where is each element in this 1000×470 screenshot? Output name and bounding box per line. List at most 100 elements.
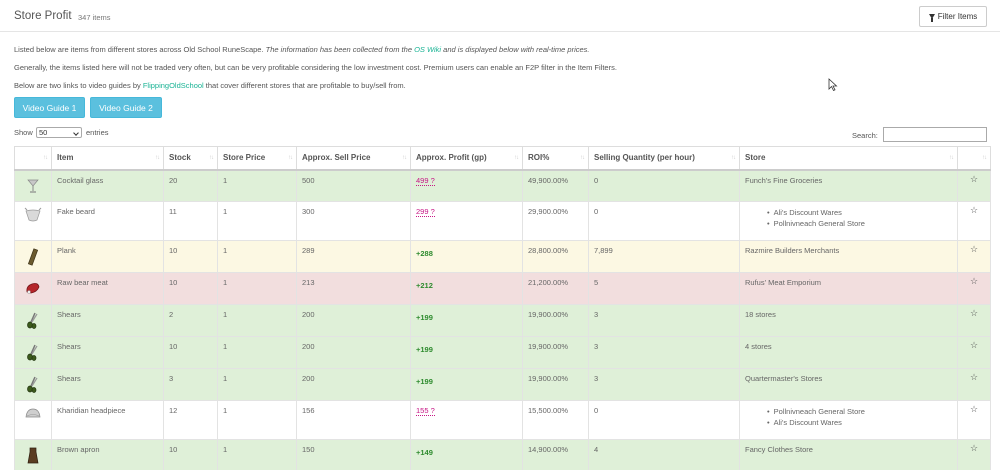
os-wiki-link[interactable]: OS Wiki <box>414 45 441 54</box>
stock-cell: 11 <box>163 201 218 241</box>
profit-value: +288 <box>416 249 433 258</box>
selling-quantity-cell-value: 0 <box>594 207 599 216</box>
star-icon[interactable]: ☆ <box>963 202 985 216</box>
favorite-cell[interactable]: ☆ <box>957 201 991 241</box>
profit-value[interactable]: 299 ? <box>416 207 435 217</box>
profit-cell[interactable]: 499 ? <box>410 169 523 202</box>
profit-cell[interactable]: 155 ? <box>410 400 523 440</box>
favorite-cell[interactable]: ☆ <box>957 240 991 273</box>
table-row[interactable]: Brown apron 10 1 150 +149 14,900.00% 4 Fancy Cl… <box>14 439 991 470</box>
table-row[interactable]: Shears 2 1 200 +199 19,900.00% 3 18 stores ☆ <box>14 304 991 337</box>
item-name-value: Raw bear meat <box>57 278 108 287</box>
stock-cell-value: 10 <box>169 342 178 351</box>
profit-value: +149 <box>416 448 433 457</box>
star-icon[interactable]: ☆ <box>963 401 985 415</box>
column-header[interactable]: Stock ↑↓ <box>163 146 218 171</box>
profit-value: +199 <box>416 313 433 322</box>
store-price-cell: 1 <box>217 201 297 241</box>
star-icon[interactable]: ☆ <box>963 241 985 255</box>
column-header[interactable]: Approx. Sell Price ↑↓ <box>296 146 411 171</box>
table-row[interactable]: Cocktail glass 20 1 500 499 ? 49,900.00% 0 Func… <box>14 169 991 202</box>
star-icon[interactable]: ☆ <box>963 171 985 185</box>
column-header[interactable]: Item ↑↓ <box>51 146 164 171</box>
item-name[interactable]: Shears <box>51 336 164 369</box>
sell-price-cell: 200 <box>296 304 411 337</box>
favorite-cell[interactable]: ☆ <box>957 169 991 202</box>
column-header-label: Approx. Sell Price <box>302 153 371 163</box>
favorite-cell[interactable]: ☆ <box>957 439 991 470</box>
sell-price-cell: 300 <box>296 201 411 241</box>
table-row[interactable]: Fake beard111300299 ?29,900.00%0Ali's Di… <box>14 201 991 241</box>
column-header[interactable]: ↑↓ <box>957 146 991 171</box>
video-guide-2-button[interactable]: Video Guide 2 <box>90 97 162 118</box>
store-name: Funch's Fine Groceries <box>745 175 823 185</box>
table-row[interactable]: Shears 3 1 200 +199 19,900.00% 3 Quartermaster'… <box>14 368 991 401</box>
star-icon[interactable]: ☆ <box>963 273 985 287</box>
flippingoldschool-link[interactable]: FlippingOldSchool <box>143 81 204 90</box>
entries-select[interactable]: 50 <box>36 127 82 138</box>
store-cell: Fancy Clothes Store <box>739 439 958 470</box>
sell-price-cell: 200 <box>296 336 411 369</box>
column-header[interactable]: Store ↑↓ <box>739 146 958 171</box>
roi-cell-value: 14,900.00% <box>528 445 569 454</box>
column-header[interactable]: ROI% ↑↓ <box>522 146 589 171</box>
column-header[interactable]: Selling Quantity (per hour) ↑↓ <box>588 146 740 171</box>
store-name: Fancy Clothes Store <box>745 445 813 454</box>
mouse-cursor-icon <box>828 78 838 92</box>
favorite-cell[interactable]: ☆ <box>957 304 991 337</box>
stock-cell: 12 <box>163 400 218 440</box>
sell-price-cell: 200 <box>296 368 411 401</box>
intro-line-2: Generally, the items listed here will no… <box>14 63 617 72</box>
column-header[interactable]: ↑↓ <box>14 146 52 171</box>
star-icon[interactable]: ☆ <box>963 337 985 351</box>
favorite-cell[interactable]: ☆ <box>957 336 991 369</box>
store-price-cell-value: 1 <box>223 207 228 216</box>
sell-price-cell-value: 213 <box>302 278 315 287</box>
store-cell: 4 stores <box>739 336 958 369</box>
sell-price-cell-value: 289 <box>302 246 315 255</box>
column-header-label: Store Price <box>223 153 266 163</box>
store-cell: Quartermaster's Stores <box>739 368 958 401</box>
item-name[interactable]: Brown apron <box>51 439 164 470</box>
filter-items-button[interactable]: Filter Items <box>919 6 987 27</box>
star-icon[interactable]: ☆ <box>963 440 985 454</box>
selling-quantity-cell: 3 <box>588 336 740 369</box>
store-price-cell-value: 1 <box>223 246 228 255</box>
column-header-label: Approx. Profit (gp) <box>416 153 487 163</box>
star-icon[interactable]: ☆ <box>963 369 985 383</box>
profit-value[interactable]: 499 ? <box>416 176 435 186</box>
sort-icon: ↑↓ <box>580 155 585 161</box>
favorite-cell[interactable]: ☆ <box>957 272 991 305</box>
item-name[interactable]: Raw bear meat <box>51 272 164 305</box>
stock-cell-value: 10 <box>169 445 178 454</box>
item-name[interactable]: Shears <box>51 304 164 337</box>
favorite-cell[interactable]: ☆ <box>957 400 991 440</box>
sort-icon: ↑↓ <box>982 155 987 161</box>
item-name[interactable]: Kharidian headpiece <box>51 400 164 440</box>
search-input[interactable] <box>883 127 987 142</box>
item-name[interactable]: Shears <box>51 368 164 401</box>
column-header[interactable]: Approx. Profit (gp) ↑↓ <box>410 146 523 171</box>
store-name: Quartermaster's Stores <box>745 374 823 383</box>
table-row[interactable]: Kharidian headpiece 12 1 156 155 ? 15,500.00%… <box>14 400 991 440</box>
store-list-item: Pollnivneach General Store <box>767 406 952 417</box>
sell-price-cell: 213 <box>296 272 411 305</box>
selling-quantity-cell-value: 3 <box>594 374 599 383</box>
star-icon[interactable]: ☆ <box>963 305 985 319</box>
selling-quantity-cell: 5 <box>588 272 740 305</box>
table-row[interactable]: Plank 10 1 289 +288 28,800.00% 7,899 Razmire Bu… <box>14 240 991 273</box>
table-row[interactable]: Raw bear meat 10 1 213 +212 21,200.00% 5 Rufus'… <box>14 272 991 305</box>
favorite-cell[interactable]: ☆ <box>957 368 991 401</box>
stock-cell: 3 <box>163 368 218 401</box>
item-name[interactable]: Fake beard <box>51 201 164 241</box>
profit-cell[interactable]: 299 ? <box>410 201 523 241</box>
item-name[interactable]: Cocktail glass <box>51 169 164 202</box>
video-guide-1-button[interactable]: Video Guide 1 <box>14 97 85 118</box>
store-price-cell-value: 1 <box>223 175 228 185</box>
selling-quantity-cell: 0 <box>588 201 740 241</box>
store-price-cell-value: 1 <box>223 406 228 415</box>
profit-value[interactable]: 155 ? <box>416 406 435 416</box>
table-row[interactable]: Shears 10 1 200 +199 19,900.00% 3 4 stores ☆ <box>14 336 991 369</box>
item-name[interactable]: Plank <box>51 240 164 273</box>
column-header[interactable]: Store Price ↑↓ <box>217 146 297 171</box>
